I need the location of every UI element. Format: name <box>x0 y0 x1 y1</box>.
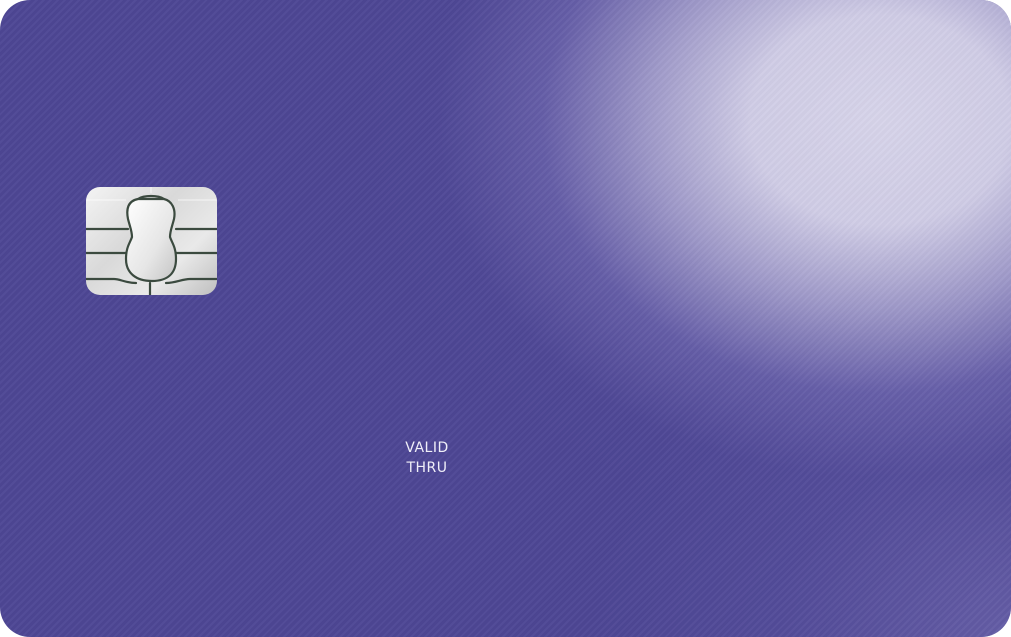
thru-label: THRU <box>406 460 448 476</box>
valid-thru-label: VALID THRU <box>396 438 458 478</box>
chip-icon <box>86 187 217 295</box>
card-texture <box>0 0 1011 637</box>
payment-card: VALID THRU <box>0 0 1011 637</box>
chip-contacts <box>86 187 217 295</box>
valid-label: VALID <box>405 440 449 456</box>
